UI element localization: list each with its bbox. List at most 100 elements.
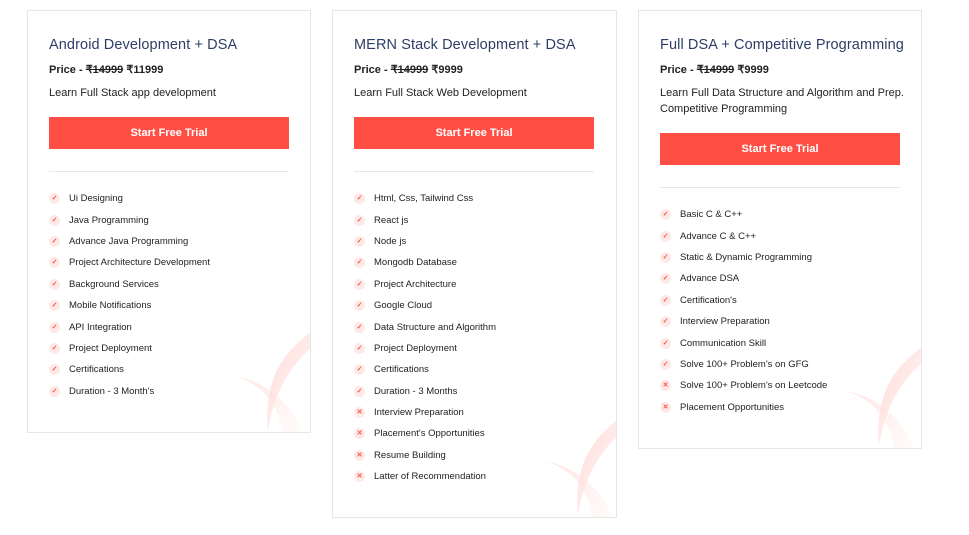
corner-swoosh-decoration (233, 333, 310, 432)
feature-text: Project Deployment (374, 342, 457, 354)
new-price: ₹9999 (431, 64, 463, 76)
feature-text: React js (374, 214, 409, 226)
price-label: Price - (660, 64, 697, 76)
feature-item: ✕ Resume Building (354, 445, 496, 466)
feature-text: Google Cloud (374, 300, 433, 312)
feature-item: ✓ Java Programming (49, 209, 210, 230)
feature-item: ✓ Project Deployment (49, 338, 210, 359)
feature-text: Latter of Recommendation (374, 471, 486, 483)
old-price: ₹14999 (390, 64, 429, 76)
feature-text: Duration - 3 Month's (69, 385, 155, 397)
feature-list: ✓ Ui Designing ✓ Java Programming ✓ Advance J… (49, 188, 210, 402)
check-icon: ✓ (354, 214, 365, 226)
feature-text: Communication Skill (680, 337, 767, 349)
new-price: ₹11999 (126, 64, 164, 76)
card-description: Learn Full Data Structure and Algorithm … (660, 87, 904, 115)
check-icon: ✓ (49, 321, 60, 333)
divider (660, 187, 900, 188)
old-price: ₹14999 (696, 64, 735, 76)
feature-item: ✓ Mongodb Database (354, 252, 496, 273)
feature-text: Certifications (69, 364, 124, 376)
feature-item: ✓ Project Architecture Development (49, 252, 210, 273)
check-icon: ✓ (660, 358, 671, 370)
feature-item: ✓ React js (354, 209, 496, 230)
check-icon: ✓ (354, 300, 365, 312)
feature-text: Java Programming (69, 214, 149, 226)
check-icon: ✓ (49, 300, 60, 312)
check-icon: ✓ (354, 364, 365, 376)
check-icon: ✓ (354, 235, 365, 247)
feature-item: ✓ Interview Preparation (660, 311, 827, 332)
feature-text: Advance C & C++ (680, 230, 757, 242)
pricing-card-dsa: Full DSA + Competitive Programming Price … (638, 10, 922, 449)
start-free-trial-button-android[interactable]: Start Free Trial (49, 117, 289, 149)
cross-icon: ✕ (354, 407, 365, 419)
corner-swoosh-decoration (543, 421, 616, 517)
feature-item: ✓ Certification's (660, 290, 827, 311)
divider (354, 171, 594, 172)
check-icon: ✓ (660, 273, 671, 285)
card-price: Price - ₹14999 ₹9999 (660, 63, 769, 76)
feature-text: Project Architecture Development (69, 257, 210, 269)
check-icon: ✓ (354, 193, 365, 205)
feature-text: Interview Preparation (374, 407, 464, 419)
feature-text: Interview Preparation (680, 316, 770, 328)
feature-text: Project Architecture (374, 278, 457, 290)
feature-text: Project Deployment (69, 342, 152, 354)
check-icon: ✓ (660, 294, 671, 306)
feature-item: ✕ Solve 100+ Problem's on Leetcode (660, 375, 827, 396)
feature-item: ✓ Advance C & C++ (660, 225, 827, 246)
feature-text: Mobile Notifications (69, 300, 152, 312)
feature-text: Certification's (680, 294, 737, 306)
feature-text: API Integration (69, 321, 132, 333)
feature-item: ✓ Static & Dynamic Programming (660, 247, 827, 268)
check-icon: ✓ (354, 278, 365, 290)
feature-text: Resume Building (374, 449, 446, 461)
feature-item: ✓ Project Deployment (354, 338, 496, 359)
price-label: Price - (354, 64, 391, 76)
feature-item: ✓ Mobile Notifications (49, 295, 210, 316)
feature-item: ✕ Placement Opportunities (660, 397, 827, 418)
check-icon: ✓ (49, 342, 60, 354)
divider (49, 171, 289, 172)
start-free-trial-button-mern[interactable]: Start Free Trial (354, 117, 594, 149)
feature-text: Background Services (69, 278, 159, 290)
feature-text: Certifications (374, 364, 429, 376)
start-free-trial-button-dsa[interactable]: Start Free Trial (660, 133, 900, 165)
check-icon: ✓ (49, 257, 60, 269)
feature-item: ✓ Certifications (354, 359, 496, 380)
feature-item: ✓ Ui Designing (49, 188, 210, 209)
cross-icon: ✕ (354, 449, 365, 461)
feature-text: Solve 100+ Problem's on Leetcode (680, 380, 828, 392)
check-icon: ✓ (49, 193, 60, 205)
feature-item: ✓ Html, Css, Tailwind Css (354, 188, 496, 209)
check-icon: ✓ (354, 321, 365, 333)
feature-item: ✓ Node js (354, 231, 496, 252)
card-title: Full DSA + Competitive Programming (660, 37, 904, 53)
feature-text: Advance Java Programming (69, 235, 189, 247)
check-icon: ✓ (354, 385, 365, 397)
card-price: Price - ₹14999 ₹11999 (49, 63, 163, 76)
check-icon: ✓ (660, 316, 671, 328)
check-icon: ✓ (660, 209, 671, 221)
card-price: Price - ₹14999 ₹9999 (354, 63, 463, 76)
cross-icon: ✕ (354, 471, 365, 483)
feature-item: ✓ Google Cloud (354, 295, 496, 316)
feature-item: ✓ Basic C & C++ (660, 204, 827, 225)
feature-item: ✓ Data Structure and Algorithm (354, 316, 496, 337)
card-description: Learn Full Stack Web Development (354, 87, 527, 99)
check-icon: ✓ (354, 342, 365, 354)
check-icon: ✓ (49, 235, 60, 247)
corner-swoosh-decoration (844, 348, 921, 448)
new-price: ₹9999 (737, 64, 769, 76)
feature-list: ✓ Basic C & C++ ✓ Advance C & C++ ✓ Static & … (660, 204, 827, 418)
feature-item: ✕ Placement's Opportunities (354, 423, 496, 444)
feature-text: Placement's Opportunities (374, 428, 485, 440)
price-label: Price - (49, 64, 86, 76)
check-icon: ✓ (354, 257, 365, 269)
feature-list: ✓ Html, Css, Tailwind Css ✓ React js ✓ Node j… (354, 188, 496, 487)
check-icon: ✓ (660, 230, 671, 242)
check-icon: ✓ (49, 385, 60, 397)
feature-text: Html, Css, Tailwind Css (374, 193, 474, 205)
feature-item: ✓ Advance Java Programming (49, 231, 210, 252)
